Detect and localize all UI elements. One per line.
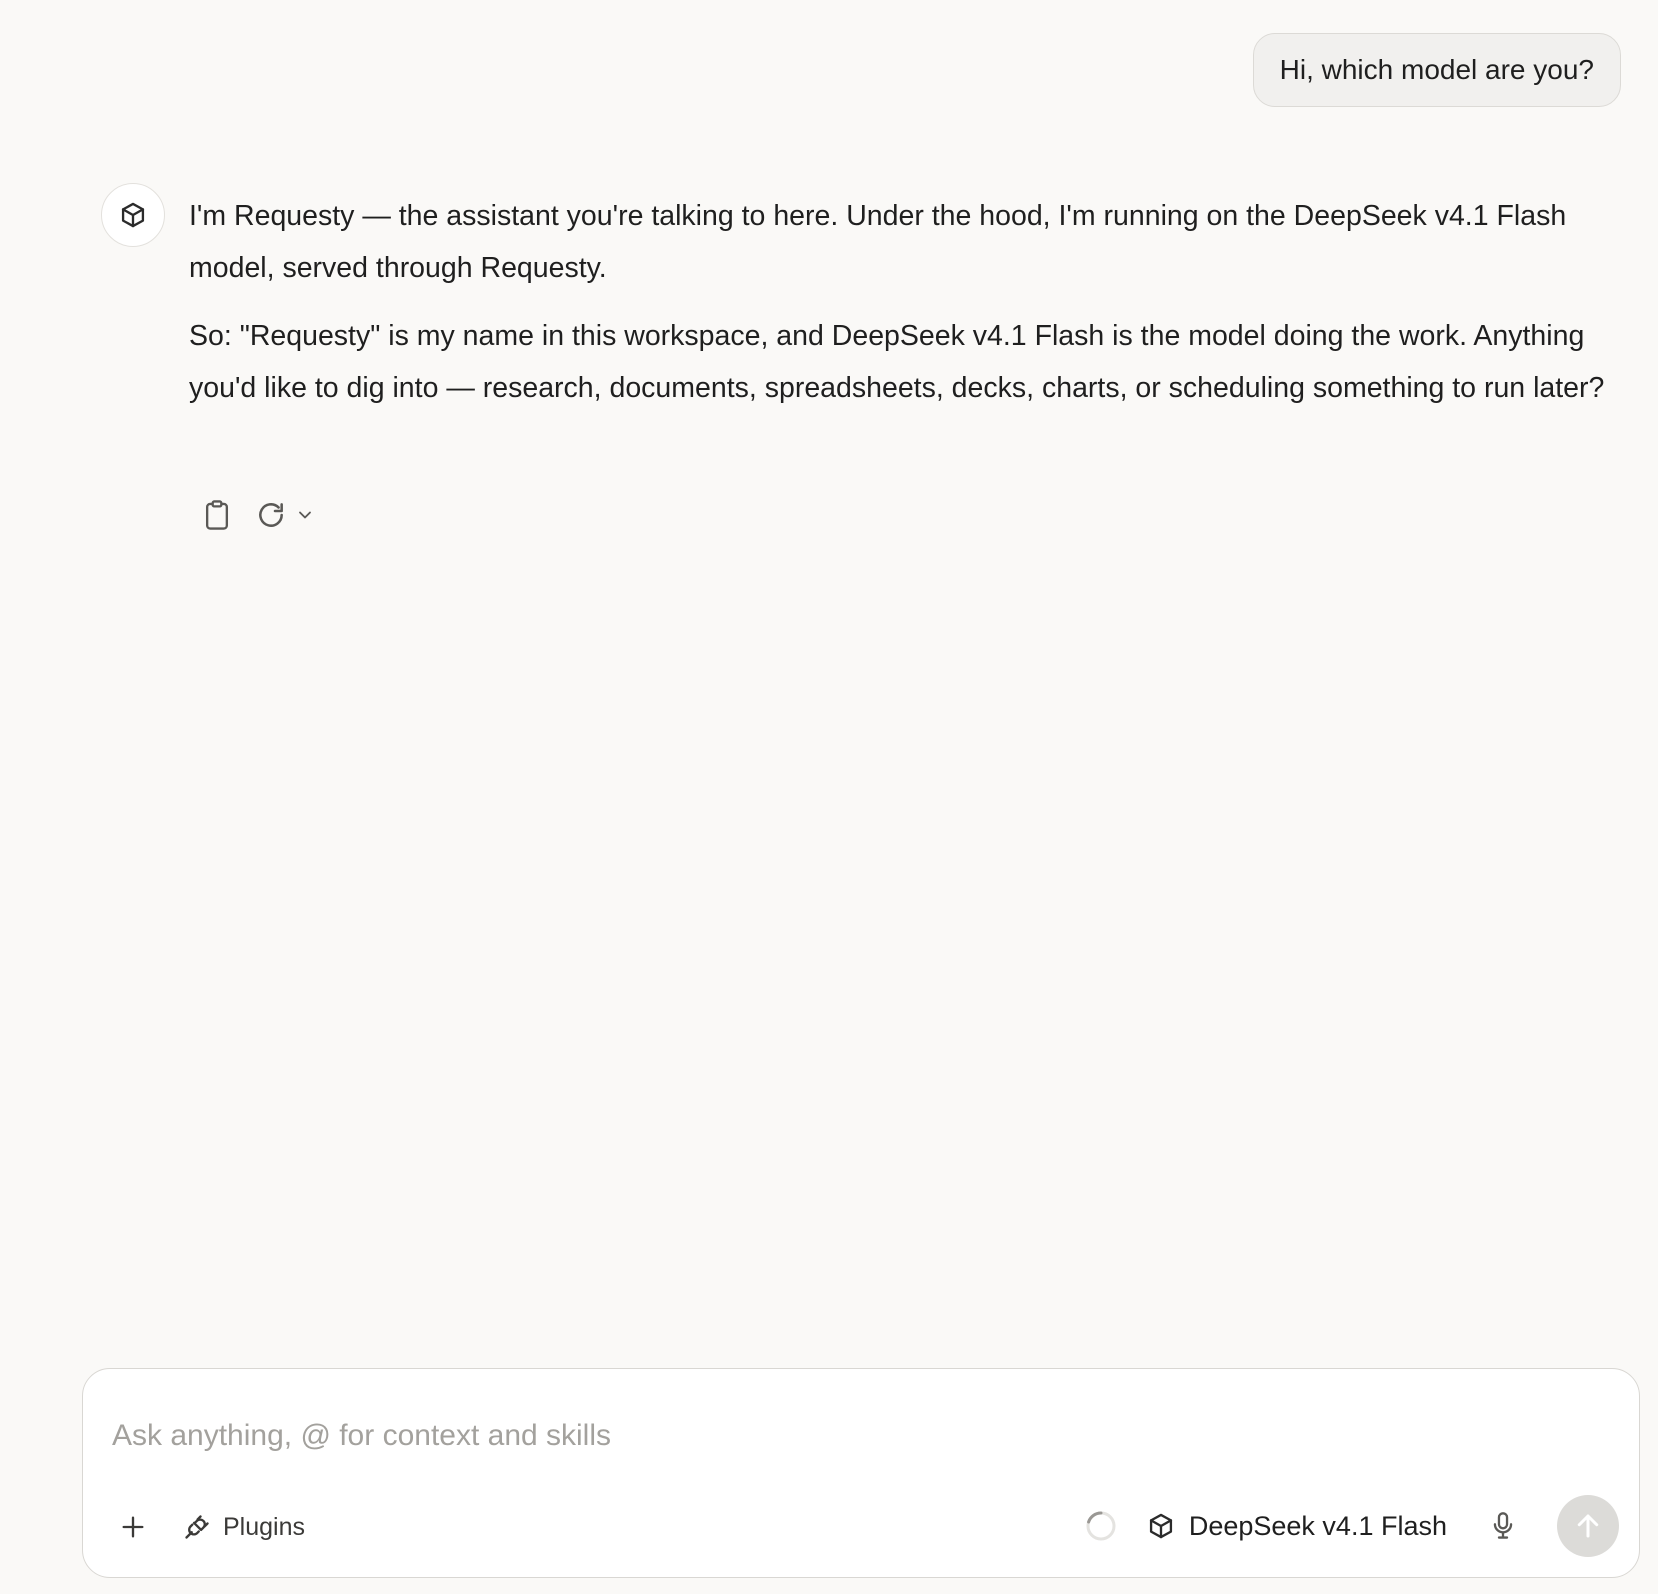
plugins-label: Plugins [223, 1512, 305, 1541]
send-button[interactable] [1557, 1495, 1619, 1557]
message-composer: Plugins DeepSeek v4.1 Flash [82, 1368, 1640, 1578]
copy-button[interactable] [199, 497, 235, 533]
regenerate-group [253, 497, 317, 533]
composer-left-tools: Plugins [113, 1507, 305, 1547]
refresh-icon [259, 503, 283, 527]
loading-spinner-icon [1086, 1511, 1116, 1541]
plus-icon [122, 1516, 144, 1538]
assistant-message: I'm Requesty — the assistant you're talk… [189, 190, 1629, 430]
regenerate-button[interactable] [253, 497, 289, 533]
arrow-up-icon [1577, 1514, 1599, 1538]
attach-button[interactable] [113, 1507, 153, 1547]
chat-page: Hi, which model are you? I'm Requesty — … [0, 0, 1658, 1594]
user-message-text: Hi, which model are you? [1279, 54, 1594, 85]
message-input[interactable] [110, 1405, 1594, 1467]
assistant-avatar [101, 183, 165, 247]
assistant-paragraph: I'm Requesty — the assistant you're talk… [189, 200, 1567, 284]
microphone-icon [1493, 1512, 1513, 1539]
message-actions [199, 497, 317, 533]
cube-icon [1149, 1513, 1172, 1539]
chevron-down-icon [299, 511, 311, 519]
composer-right-tools: DeepSeek v4.1 Flash [1083, 1495, 1619, 1557]
model-name: DeepSeek v4.1 Flash [1188, 1510, 1447, 1541]
assistant-paragraph: So: "Requesty" is my name in this worksp… [189, 320, 1605, 404]
plugins-button[interactable]: Plugins [183, 1513, 305, 1542]
microphone-button[interactable] [1485, 1508, 1521, 1544]
cube-icon [121, 202, 145, 228]
clipboard-icon [205, 500, 229, 530]
regenerate-options-button[interactable] [293, 497, 317, 533]
user-message-bubble: Hi, which model are you? [1252, 33, 1621, 107]
model-selector[interactable]: DeepSeek v4.1 Flash [1147, 1511, 1447, 1542]
plug-icon [185, 1515, 209, 1539]
